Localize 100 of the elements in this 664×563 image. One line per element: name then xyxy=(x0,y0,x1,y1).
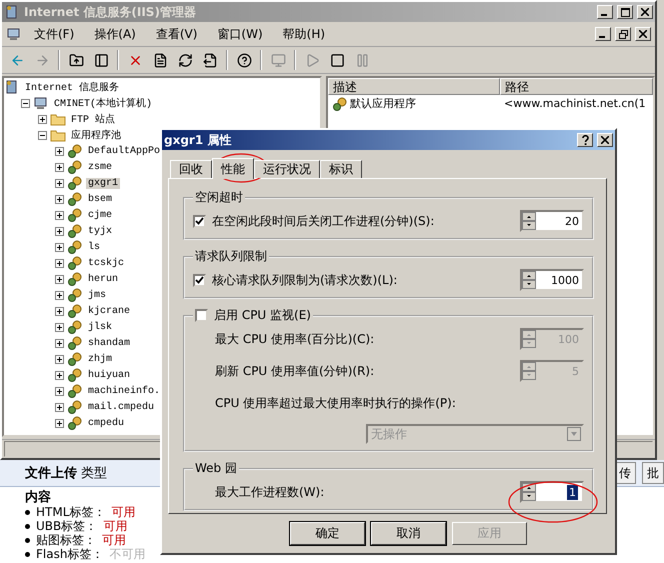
plus-icon xyxy=(57,356,62,362)
close-icon xyxy=(601,136,609,144)
spin-arrows-icon[interactable] xyxy=(522,212,536,230)
checkbox-label[interactable]: 启用 CPU 监视(E) xyxy=(214,307,311,324)
expand-toggle[interactable] xyxy=(55,242,64,252)
list-cell-text: <www.machinist.net.cn(1 xyxy=(504,97,646,110)
plus-icon xyxy=(57,292,62,298)
tree-item[interactable]: 应用程序池 xyxy=(69,128,123,142)
tree-item[interactable]: DefaultAppPo xyxy=(86,146,162,156)
expand-toggle[interactable] xyxy=(55,354,64,364)
expand-toggle[interactable] xyxy=(55,322,64,332)
plus-icon xyxy=(57,212,62,218)
expand-toggle[interactable] xyxy=(55,402,64,412)
tab[interactable]: 性能 xyxy=(212,158,254,179)
menu-item[interactable]: 帮助(H) xyxy=(274,24,334,44)
tree-item[interactable]: herun xyxy=(86,274,120,284)
tree-item[interactable]: zsme xyxy=(86,162,114,172)
tab[interactable]: 回收 xyxy=(170,160,212,178)
folder-up-icon xyxy=(68,52,84,68)
computer-icon xyxy=(270,52,286,68)
checkbox[interactable] xyxy=(193,274,206,286)
expand-toggle[interactable] xyxy=(55,226,64,236)
expand-toggle[interactable] xyxy=(55,146,64,156)
dialog-button[interactable]: 确定 xyxy=(290,522,365,545)
tree-item[interactable]: bsem xyxy=(86,194,114,204)
close-icon xyxy=(639,30,647,38)
tree-item[interactable]: ls xyxy=(86,242,102,252)
tree-item[interactable]: huiyuan xyxy=(86,370,132,380)
maximize-icon xyxy=(620,8,630,16)
tab[interactable]: 运行状况 xyxy=(254,160,320,178)
tree-item[interactable]: jlsk xyxy=(86,322,114,332)
expand-toggle[interactable] xyxy=(21,98,30,108)
group-title: Web 园 xyxy=(195,460,237,477)
spin-arrows-icon[interactable] xyxy=(522,483,536,501)
expand-toggle[interactable] xyxy=(55,386,64,396)
expand-toggle[interactable] xyxy=(55,290,64,300)
page-button[interactable]: 批 xyxy=(642,462,664,484)
tree-item[interactable]: machineinfo. xyxy=(86,386,162,396)
stop-icon xyxy=(330,52,344,68)
tree-item[interactable]: Internet 信息服务 xyxy=(23,80,122,94)
expand-toggle[interactable] xyxy=(55,274,64,284)
maximize-button[interactable] xyxy=(617,5,633,19)
gears-icon xyxy=(67,287,83,303)
expand-toggle[interactable] xyxy=(55,194,64,204)
number-field[interactable]: 1000 xyxy=(520,269,584,291)
expand-toggle[interactable] xyxy=(55,162,64,172)
tree-item[interactable]: CMINET(本地计算机) xyxy=(52,96,154,110)
tab[interactable]: 标识 xyxy=(320,160,362,178)
plus-icon xyxy=(57,276,62,282)
plus-icon xyxy=(40,116,45,122)
restore-button[interactable] xyxy=(615,27,631,41)
gears-icon xyxy=(67,335,83,351)
minimize-button[interactable] xyxy=(595,27,611,41)
number-field[interactable]: 20 xyxy=(520,210,584,232)
menu-item[interactable]: 查看(V) xyxy=(148,24,206,44)
checkbox-label[interactable]: 在空闲此段时间后关闭工作进程(分钟)(S): xyxy=(212,212,434,230)
expand-toggle[interactable] xyxy=(55,210,64,220)
minimize-button[interactable] xyxy=(597,5,613,19)
gears-icon xyxy=(67,351,83,367)
help-button[interactable] xyxy=(577,133,593,147)
expand-toggle[interactable] xyxy=(55,370,64,380)
tree-item[interactable]: cmpedu xyxy=(86,418,126,428)
tree-item[interactable]: tyjx xyxy=(86,226,114,236)
checkbox[interactable] xyxy=(195,309,208,322)
tree-item[interactable]: FTP 站点 xyxy=(69,112,118,126)
menu-item[interactable]: 文件(F) xyxy=(26,24,82,44)
expand-toggle[interactable] xyxy=(55,258,64,268)
expand-toggle[interactable] xyxy=(55,338,64,348)
dialog-button[interactable]: 取消 xyxy=(371,522,446,545)
column-header[interactable]: 描述 xyxy=(328,78,500,95)
menu-item[interactable]: 窗口(W) xyxy=(209,24,271,44)
close-button[interactable] xyxy=(637,5,653,19)
tree-item[interactable]: gxgr1 xyxy=(86,178,120,188)
tree-item[interactable]: shandam xyxy=(86,338,132,348)
number-field[interactable]: 1 xyxy=(520,481,584,503)
tree-item[interactable]: cjme xyxy=(86,210,114,220)
expand-toggle[interactable] xyxy=(55,178,64,188)
tree-item[interactable]: zhjm xyxy=(86,354,114,364)
tree-item[interactable]: mail.cmpedu xyxy=(86,402,156,412)
group-title: 空闲超时 xyxy=(195,189,243,206)
gears-icon xyxy=(67,399,83,415)
expand-toggle[interactable] xyxy=(55,418,64,428)
column-header[interactable]: 路径 xyxy=(500,78,653,95)
field-label: CPU 使用率超过最大使用率时执行的操作(P): xyxy=(214,394,456,412)
gears-icon xyxy=(67,239,83,255)
gears-icon xyxy=(67,383,83,399)
menu-item[interactable]: 操作(A) xyxy=(86,24,144,44)
close-button[interactable] xyxy=(597,133,613,147)
expand-toggle[interactable] xyxy=(38,114,47,124)
tree-item[interactable]: tcskjc xyxy=(86,258,126,268)
tree-item[interactable]: jms xyxy=(86,290,108,300)
expand-toggle[interactable] xyxy=(38,130,47,140)
expand-toggle[interactable] xyxy=(55,306,64,316)
tree-item[interactable]: kjcrane xyxy=(86,306,132,316)
spin-arrows-icon[interactable] xyxy=(522,271,536,289)
bullet-icon xyxy=(25,552,30,556)
gears-icon xyxy=(332,96,348,112)
checkbox-label[interactable]: 核心请求队列限制为(请求次数)(L): xyxy=(212,272,398,288)
close-button[interactable] xyxy=(635,27,651,41)
checkbox[interactable] xyxy=(193,214,206,228)
